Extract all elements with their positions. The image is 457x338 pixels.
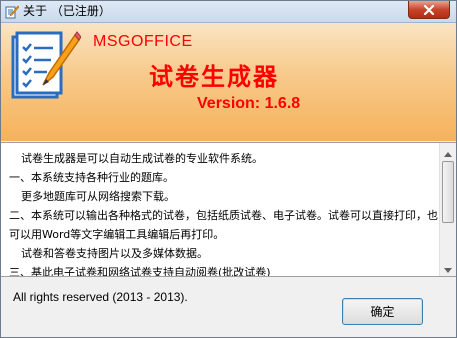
document-pencil-logo	[9, 27, 82, 107]
close-button[interactable]	[408, 1, 450, 19]
description-line: 更多地题库可从网络搜索下载。	[21, 190, 175, 203]
close-icon	[423, 0, 435, 19]
brand-name: MSGOFFICE	[93, 33, 193, 50]
window-title: 关于 （已注册）	[23, 4, 111, 18]
scroll-thumb[interactable]	[442, 161, 454, 223]
document-pencil-icon	[5, 4, 20, 19]
copyright-text: All rights reserved (2013 - 2013).	[13, 290, 188, 304]
product-banner: MSGOFFICE 试卷生成器 Version: 1.6.8	[1, 23, 456, 141]
title-bar[interactable]: 关于 （已注册）	[1, 1, 456, 23]
product-name: 试卷生成器	[149, 63, 279, 91]
about-dialog: 关于 （已注册） MSGOFFICE 试卷生成器 Version: 1.6.8 …	[0, 0, 457, 338]
description-text: 试卷生成器是可以自动生成试卷的专业软件系统。 一、本系统支持各种行业的题库。 更…	[1, 149, 439, 277]
scroll-up-button[interactable]	[440, 143, 456, 160]
version-label: Version: 1.6.8	[197, 95, 301, 112]
description-line: 一、本系统支持各种行业的题库。	[9, 171, 174, 184]
vertical-scrollbar[interactable]	[439, 143, 456, 276]
ok-button[interactable]: 确定	[342, 298, 423, 325]
description-line: 试卷和答卷支持图片以及多媒体数据。	[21, 247, 208, 260]
description-line: 三、基此电子试卷和网络试卷支持自动阅卷(批改试卷)	[9, 266, 271, 277]
chevron-up-icon	[444, 143, 452, 161]
description-textbox[interactable]: 试卷生成器是可以自动生成试卷的专业软件系统。 一、本系统支持各种行业的题库。 更…	[1, 142, 456, 277]
scroll-down-button[interactable]	[440, 259, 456, 276]
chevron-down-icon	[444, 258, 452, 276]
description-line: 试卷生成器是可以自动生成试卷的专业软件系统。	[21, 152, 263, 165]
description-line: 二、本系统可以输出各种格式的试卷，包括纸质试卷、电子试卷。试卷可以直接打印，也可…	[9, 209, 438, 241]
